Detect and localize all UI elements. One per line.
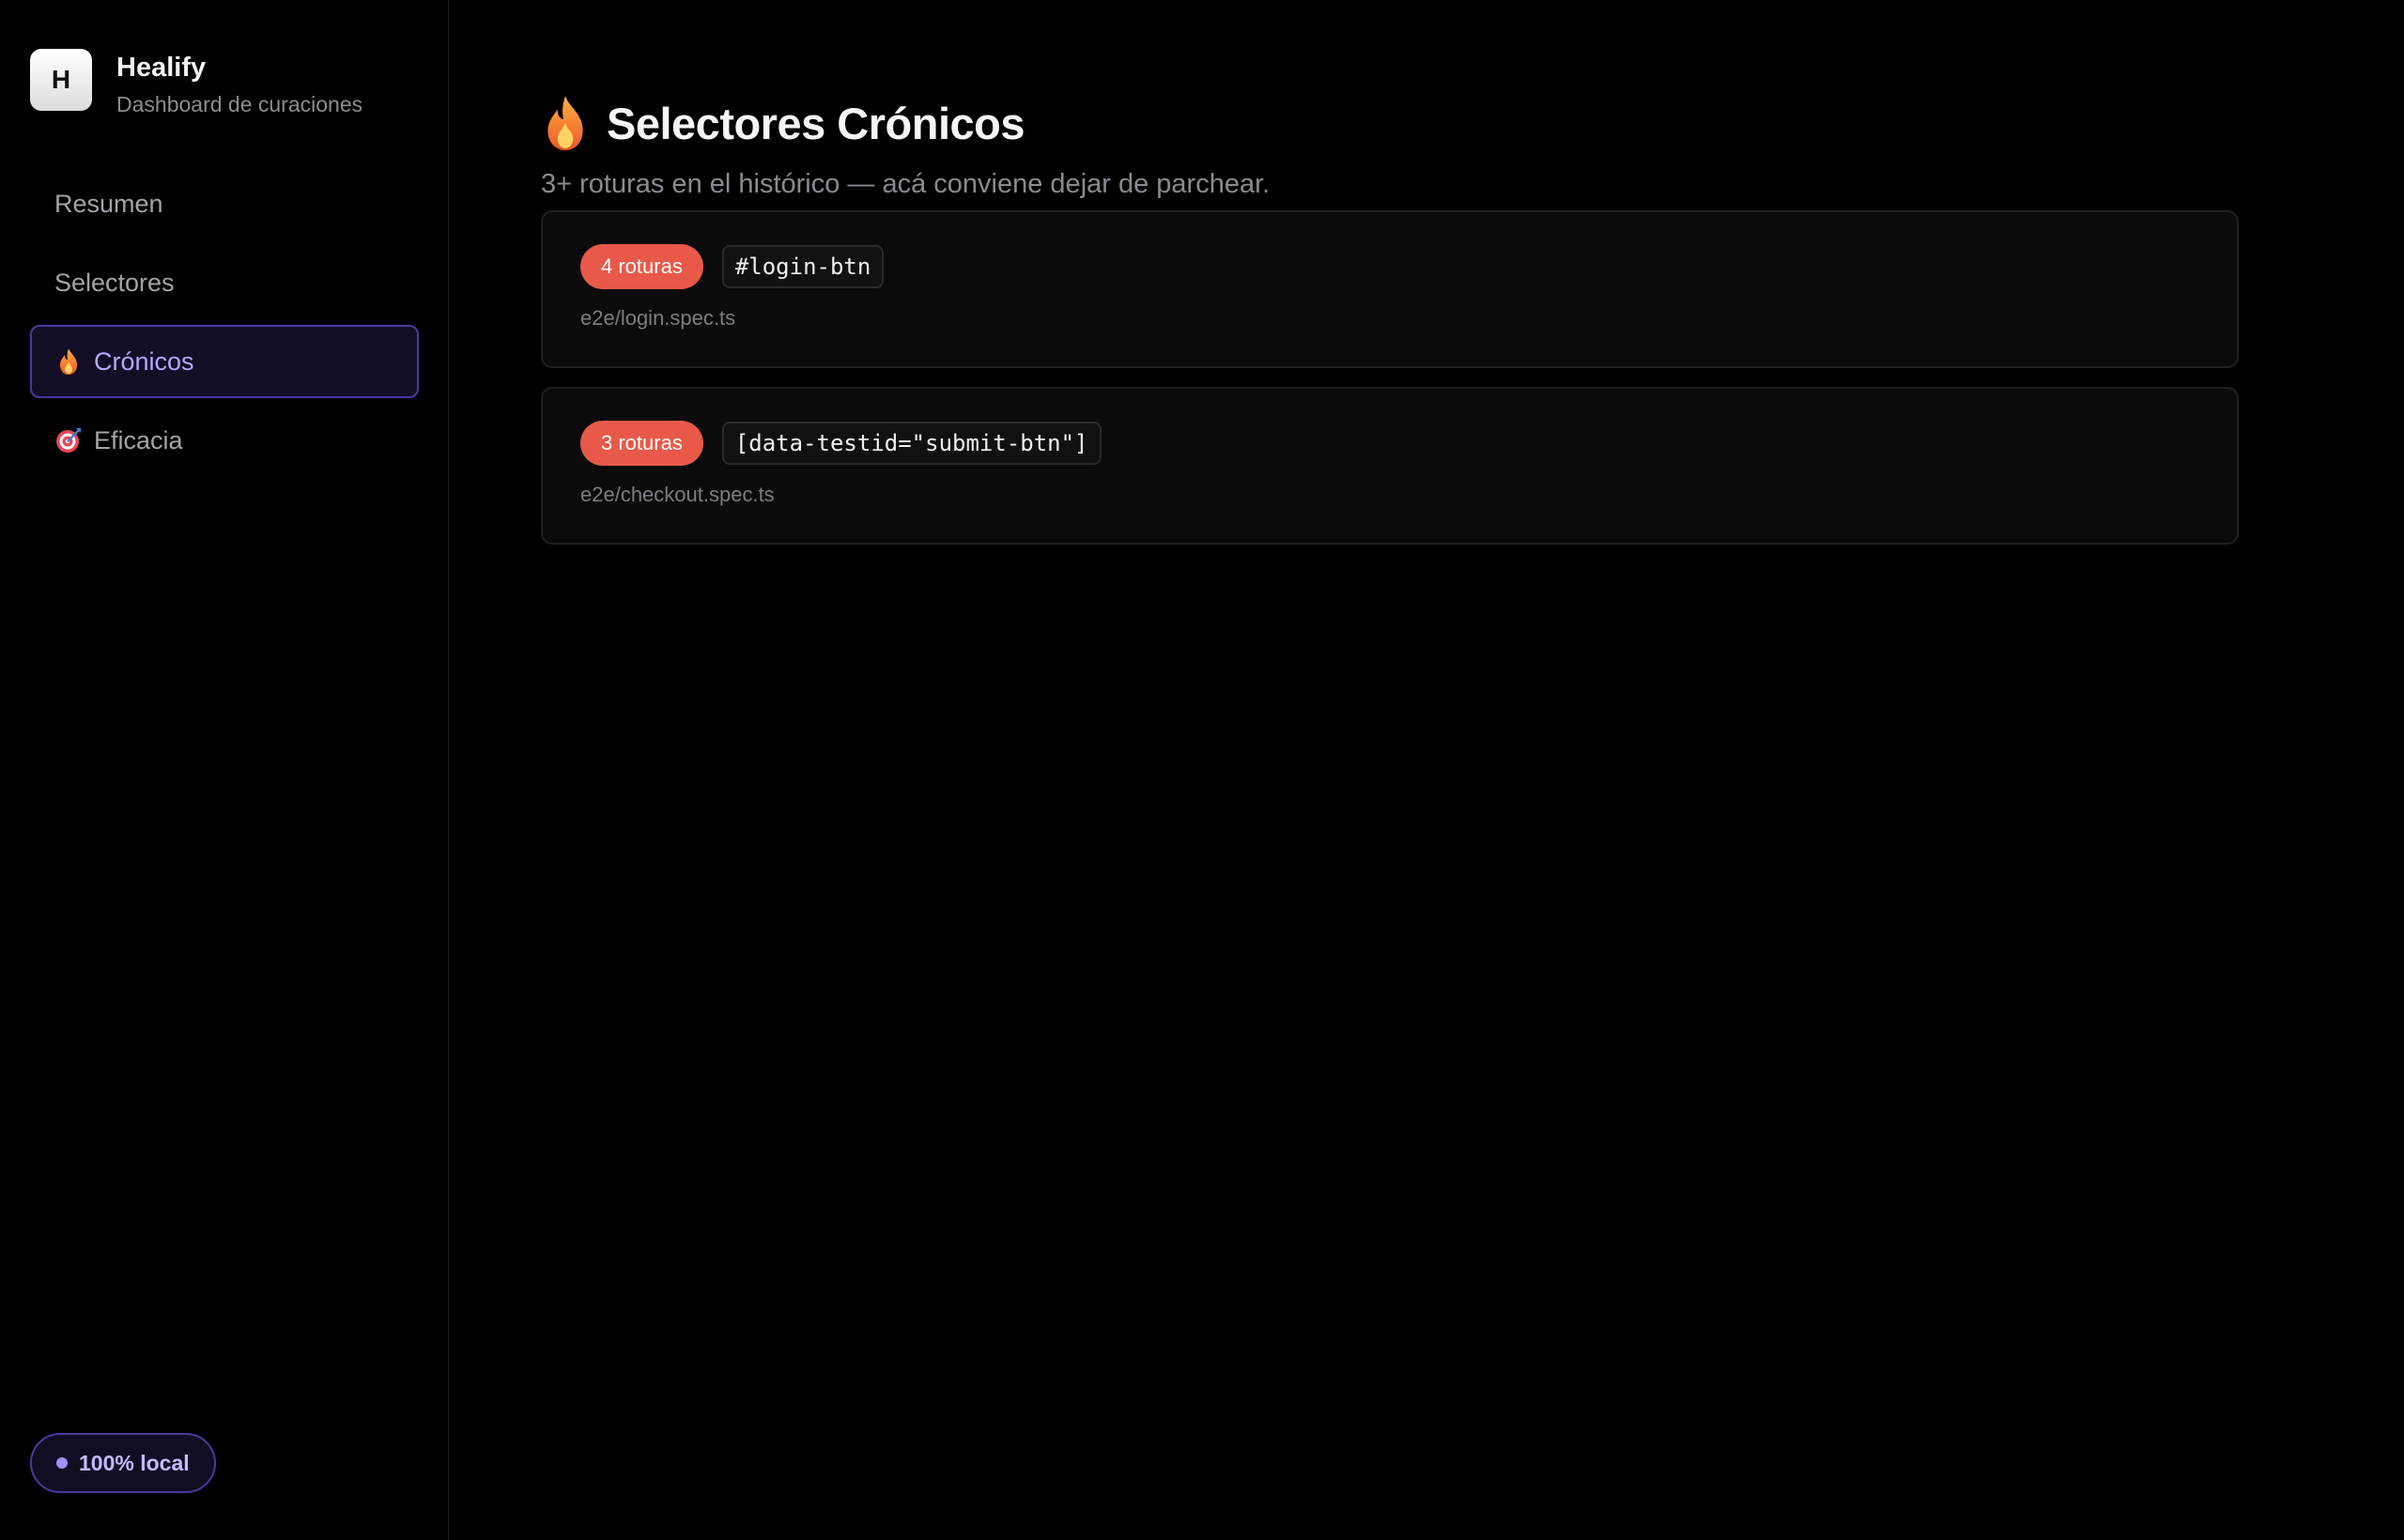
fire-icon xyxy=(54,347,83,376)
page-subtitle: 3+ roturas en el histórico — acá convien… xyxy=(541,169,1271,199)
spec-file-path: e2e/login.spec.ts xyxy=(580,306,736,330)
sidebar-item-eficacia[interactable]: Eficacia xyxy=(30,404,419,477)
selector-code: #login-btn xyxy=(721,245,885,288)
brand: H Healify Dashboard de curaciones xyxy=(30,49,362,120)
sidebar-item-label: Eficacia xyxy=(94,425,183,454)
selector-card-header: 3 roturas [data-testid="submit-btn"] xyxy=(580,421,1102,466)
selector-code: [data-testid="submit-btn"] xyxy=(721,422,1102,465)
brand-text: Healify Dashboard de curaciones xyxy=(116,51,362,120)
fire-icon xyxy=(541,94,590,152)
sidebar-item-label: Resumen xyxy=(54,189,163,218)
brand-logo: H xyxy=(30,49,92,111)
spec-file-path: e2e/checkout.spec.ts xyxy=(580,483,775,506)
app-root: H Healify Dashboard de curaciones Resume… xyxy=(0,0,2404,1540)
status-dot-icon xyxy=(56,1457,68,1469)
breakage-count-badge: 3 roturas xyxy=(580,421,703,466)
main-content: Selectores Crónicos 3+ roturas en el his… xyxy=(449,0,2404,1540)
sidebar-item-resumen[interactable]: Resumen xyxy=(30,167,419,240)
page-header: Selectores Crónicos xyxy=(541,94,1025,152)
local-status-label: 100% local xyxy=(79,1450,190,1475)
breakage-count-badge: 4 roturas xyxy=(580,244,703,289)
sidebar-item-cronicos[interactable]: Crónicos xyxy=(30,325,419,398)
selector-card-header: 4 roturas #login-btn xyxy=(580,244,885,289)
sidebar-item-label: Selectores xyxy=(54,268,175,297)
sidebar-item-selectores[interactable]: Selectores xyxy=(30,246,419,319)
brand-name: Healify xyxy=(116,53,207,83)
target-icon xyxy=(54,426,83,454)
local-status-badge: 100% local xyxy=(30,1433,216,1493)
selector-card[interactable]: 3 roturas [data-testid="submit-btn"] e2e… xyxy=(541,387,2239,545)
sidebar: H Healify Dashboard de curaciones Resume… xyxy=(0,0,449,1540)
chronic-selectors-list: 4 roturas #login-btn e2e/login.spec.ts 3… xyxy=(541,210,2239,563)
selector-card[interactable]: 4 roturas #login-btn e2e/login.spec.ts xyxy=(541,210,2239,368)
sidebar-item-label: Crónicos xyxy=(94,346,194,376)
page-title: Selectores Crónicos xyxy=(607,98,1025,148)
sidebar-nav: Resumen Selectores Crónicos Eficacia xyxy=(30,167,419,483)
brand-subtitle: Dashboard de curaciones xyxy=(116,92,363,116)
